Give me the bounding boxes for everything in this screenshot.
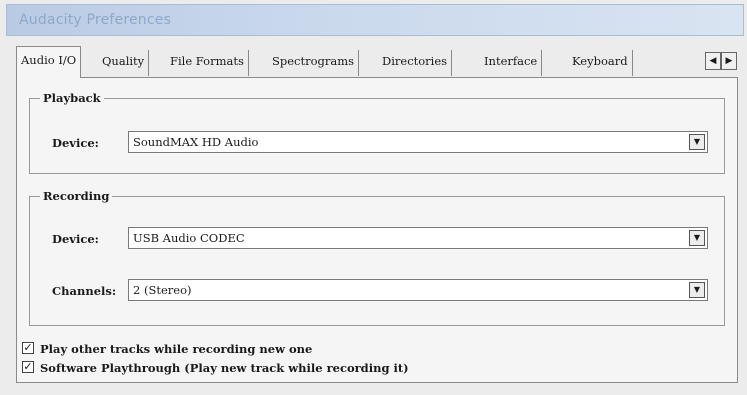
recording-group: Recording Device: USB Audio CODEC ▼ Chan… — [29, 188, 725, 326]
audio-io-panel: Playback Device: SoundMAX HD Audio ▼ Rec… — [16, 77, 738, 383]
title-bar[interactable]: Audacity Preferences — [6, 4, 744, 36]
tab-scroll-left-icon[interactable]: ◀ — [705, 52, 721, 70]
tab-scroll-right-icon[interactable]: ▶ — [721, 52, 737, 70]
software-playthrough-checkbox[interactable]: ✓ — [22, 361, 34, 373]
playback-device-value: SoundMAX HD Audio — [133, 135, 259, 149]
recording-group-label: Recording — [40, 188, 113, 204]
playback-device-select[interactable]: SoundMAX HD Audio ▼ — [128, 131, 708, 153]
tab-file-formats[interactable]: File Formats — [166, 50, 249, 76]
playback-group: Playback Device: SoundMAX HD Audio ▼ — [29, 90, 725, 174]
tab-audio-io[interactable]: Audio I/O — [16, 46, 82, 78]
window-title: Audacity Preferences — [19, 12, 172, 28]
play-other-tracks-label: Play other tracks while recording new on… — [40, 342, 313, 356]
tab-interface[interactable]: Interface — [480, 50, 543, 76]
chevron-down-icon[interactable]: ▼ — [689, 134, 705, 150]
recording-channels-label: Channels: — [52, 284, 117, 298]
software-playthrough-label: Software Playthrough (Play new track whi… — [40, 361, 409, 375]
tab-quality[interactable]: Quality — [98, 50, 150, 76]
play-other-tracks-checkbox[interactable]: ✓ — [22, 342, 34, 354]
preferences-window: Audacity Preferences Audio I/O Quality F… — [0, 0, 747, 395]
tab-directories[interactable]: Directories — [378, 50, 453, 76]
tab-keyboard[interactable]: Keyboard — [568, 50, 633, 76]
recording-device-select[interactable]: USB Audio CODEC ▼ — [128, 227, 708, 249]
recording-channels-value: 2 (Stereo) — [133, 283, 192, 297]
playback-group-label: Playback — [40, 90, 104, 106]
playback-device-label: Device: — [52, 136, 99, 150]
chevron-down-icon[interactable]: ▼ — [689, 230, 705, 246]
chevron-down-icon[interactable]: ▼ — [689, 282, 705, 298]
tab-strip: Audio I/O Quality File Formats Spectrogr… — [6, 44, 744, 78]
recording-device-value: USB Audio CODEC — [133, 231, 245, 245]
recording-channels-select[interactable]: 2 (Stereo) ▼ — [128, 279, 708, 301]
recording-device-label: Device: — [52, 232, 99, 246]
tab-spectrograms[interactable]: Spectrograms — [268, 50, 360, 76]
